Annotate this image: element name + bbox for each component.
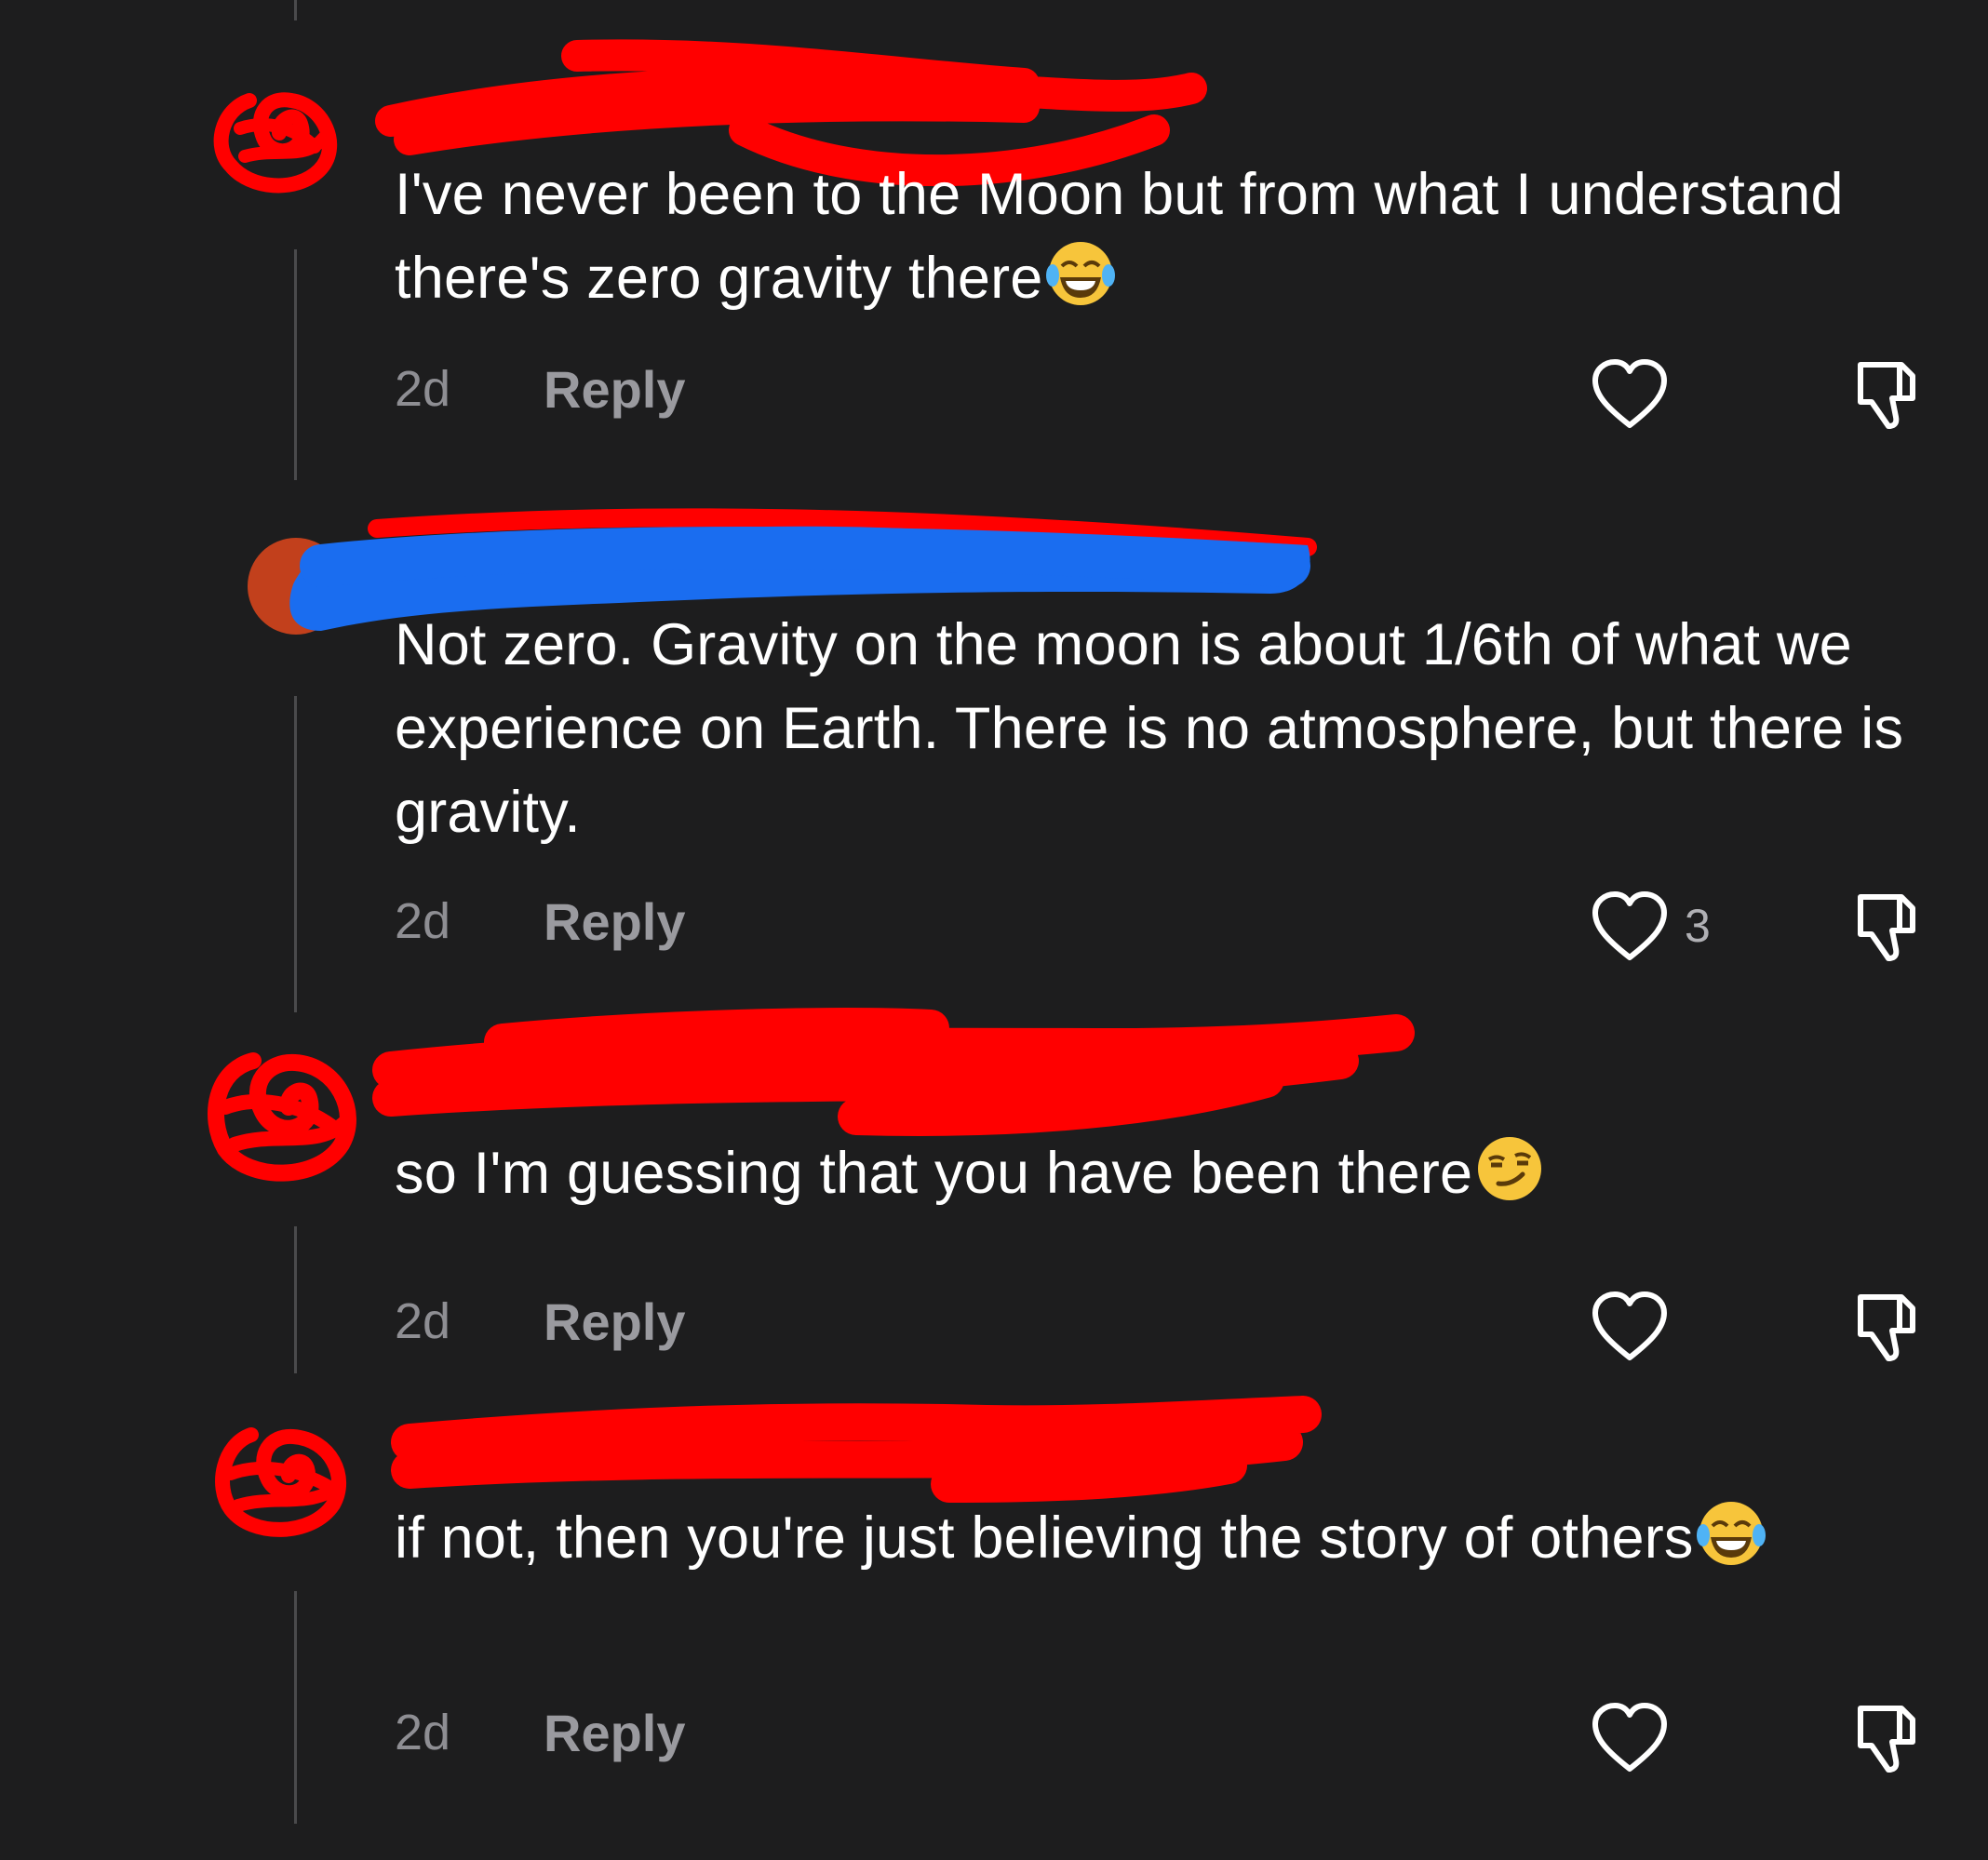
- comment-text-content: I've never been to the Moon but from wha…: [395, 162, 1844, 311]
- like-button[interactable]: [1590, 1284, 1673, 1368]
- comment-thread: I've never been to the Moon but from wha…: [0, 0, 1988, 1860]
- reply-button[interactable]: Reply: [544, 1703, 686, 1763]
- comment-text: if not, then you're just believing the s…: [395, 1496, 1921, 1580]
- author-name-redacted: [391, 1396, 1322, 1503]
- comment-meta: 2d Reply: [395, 1695, 686, 1770]
- dislike-icon[interactable]: [1847, 884, 1931, 968]
- avatar-redacted[interactable]: [212, 73, 352, 203]
- comment: if not, then you're just believing the s…: [0, 1396, 1988, 1860]
- reply-button[interactable]: Reply: [544, 359, 686, 420]
- dislike-icon[interactable]: [1847, 1284, 1931, 1368]
- like-count: 3: [1685, 900, 1711, 952]
- like-button[interactable]: [1590, 1695, 1673, 1779]
- heart-icon: [1592, 1703, 1667, 1772]
- like-button[interactable]: [1590, 884, 1673, 968]
- heart-icon: [1592, 891, 1667, 960]
- smirking-face-icon: [1478, 1137, 1542, 1200]
- comment-text: Not zero. Gravity on the moon is about 1…: [395, 603, 1921, 854]
- avatar-redacted[interactable]: [197, 1042, 365, 1191]
- comment-meta: 2d Reply: [395, 884, 686, 958]
- comment: so I'm guessing that you have been there…: [0, 1005, 1988, 1396]
- like-button[interactable]: [1590, 352, 1673, 435]
- comment-meta: 2d Reply: [395, 352, 686, 426]
- timestamp: 2d: [395, 1293, 451, 1349]
- comment: I've never been to the Moon but from wha…: [0, 0, 1988, 484]
- comment-text-content: so I'm guessing that you have been there: [395, 1141, 1473, 1206]
- comment-text-content: Not zero. Gravity on the moon is about 1…: [395, 612, 1904, 845]
- heart-icon: [1592, 1291, 1667, 1360]
- comment-meta: 2d Reply: [395, 1284, 686, 1358]
- timestamp: 2d: [395, 893, 451, 949]
- comment: Not zero. Gravity on the moon is about 1…: [0, 484, 1988, 1005]
- comment-text: I've never been to the Moon but from wha…: [395, 153, 1921, 320]
- heart-icon: [1592, 359, 1667, 428]
- dislike-icon[interactable]: [1847, 352, 1931, 435]
- face-with-tears-of-joy-icon: [1045, 242, 1115, 305]
- reply-button[interactable]: Reply: [544, 1291, 686, 1352]
- timestamp: 2d: [395, 361, 451, 417]
- face-with-tears-of-joy-icon: [1696, 1502, 1766, 1565]
- dislike-icon[interactable]: [1847, 1695, 1931, 1779]
- avatar-redacted[interactable]: [205, 1416, 354, 1546]
- comment-text: so I'm guessing that you have been there: [395, 1131, 1921, 1215]
- comment-text-content: if not, then you're just believing the s…: [395, 1505, 1694, 1571]
- timestamp: 2d: [395, 1705, 451, 1760]
- author-name-redacted: [372, 1008, 1415, 1136]
- reply-button[interactable]: Reply: [544, 891, 686, 952]
